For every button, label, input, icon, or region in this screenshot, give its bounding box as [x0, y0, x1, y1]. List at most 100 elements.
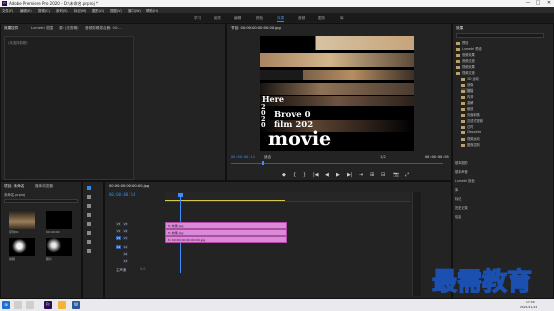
panel-info[interactable]: 信息 [455, 214, 461, 219]
tree-item-slide[interactable]: 内滑 [461, 94, 473, 99]
step-back-icon[interactable]: ◀ [325, 172, 329, 178]
tab-effect-controls[interactable]: 效果控件 [4, 26, 18, 31]
project-thumb-1[interactable] [9, 211, 35, 229]
track-target-v1[interactable]: V1 [116, 236, 121, 240]
program-monitor-tab[interactable]: 节目: 00:00:00:00:00:00.jpg [231, 26, 281, 31]
program-timecode[interactable]: 00:00:00:14 [231, 155, 255, 159]
fullscreen-icon[interactable]: ⤢ [405, 172, 409, 178]
tree-item-zoom[interactable]: 缩放 [461, 106, 473, 111]
master-track-value[interactable]: 0.0 [140, 267, 145, 271]
panel-history[interactable]: 历史记录 [455, 205, 468, 210]
tree-item-3d-motion[interactable]: 3D 运动 [461, 76, 479, 81]
add-marker-icon[interactable]: ◆ [282, 172, 286, 178]
step-forward-icon[interactable]: ▶| [347, 172, 353, 178]
selection-tool-icon[interactable] [87, 186, 91, 190]
tree-item-audio-transitions[interactable]: 音频过渡 [456, 58, 475, 63]
timeline-clip-v1[interactable]: fx 00:00:00:00:00:00.jpg [165, 236, 287, 243]
tree-item-iris[interactable]: 划像 [461, 82, 473, 87]
panel-libraries[interactable]: 库 [455, 187, 458, 192]
workspace-graphics[interactable]: 图形 [318, 16, 325, 21]
tree-item-lumetri-presets[interactable]: Lumetri 预设 [456, 46, 482, 51]
razor-tool-icon[interactable] [87, 213, 91, 217]
tab-media-browser[interactable]: 媒体浏览器 [35, 184, 53, 189]
timeline-tab[interactable]: 00:00:00:00:00:00.jpg [109, 184, 149, 188]
workspace-editing[interactable]: 编辑 [234, 16, 241, 21]
search-icon[interactable] [14, 301, 22, 309]
workspace-color[interactable]: 颜色 [256, 16, 263, 21]
overwrite-icon[interactable]: ⊟ [381, 172, 385, 178]
tree-item-immersive[interactable]: 沉浸式视频 [461, 118, 483, 123]
go-to-in-icon[interactable]: |◀ [313, 172, 319, 178]
tab-audio-clip-mixer[interactable]: 音频剪辑混合器: 00:... [85, 26, 122, 31]
export-frame-icon[interactable]: 📷 [393, 172, 399, 178]
workspace-libraries[interactable]: 库 [340, 16, 344, 21]
folder-icon [461, 130, 465, 134]
track-v1-label[interactable]: V1 [123, 236, 128, 240]
tab-source[interactable]: 源: (无剪辑) [59, 26, 79, 31]
track-target-v2[interactable]: V2 [116, 229, 121, 233]
start-icon[interactable]: ⊞ [2, 301, 10, 309]
workspace-assembly[interactable]: 组件 [214, 16, 221, 21]
tab-effects[interactable]: 效果 [456, 26, 463, 31]
tree-item-dissolve[interactable]: 溶解 [461, 100, 473, 105]
track-a2-label[interactable]: A2 [123, 252, 128, 256]
program-playhead-icon[interactable] [262, 161, 264, 165]
chrome-icon[interactable] [58, 301, 66, 309]
tree-item-video-transitions[interactable]: 视频过渡 [456, 70, 475, 75]
hand-tool-icon[interactable] [87, 240, 91, 244]
program-resolution-dropdown[interactable]: 1/2 [380, 155, 386, 159]
track-target-a1[interactable]: A1 [116, 245, 121, 249]
mark-out-icon[interactable]: } [303, 172, 306, 178]
track-v2-label[interactable]: V2 [123, 229, 128, 233]
work-area-bar[interactable] [165, 200, 285, 201]
play-icon[interactable]: ▶ [336, 172, 340, 178]
project-thumb-3[interactable] [9, 238, 35, 256]
track-select-tool-icon[interactable] [87, 195, 91, 199]
tab-lumetri-scopes[interactable]: Lumetri 范围 [31, 26, 53, 31]
word-icon[interactable]: W [72, 301, 80, 309]
slip-tool-icon[interactable] [87, 222, 91, 226]
workspace-effects[interactable]: 效果 [277, 16, 285, 22]
tree-item-audio-effects[interactable]: 音频效果 [456, 52, 475, 57]
project-thumb-2[interactable] [46, 211, 72, 229]
pen-tool-icon[interactable] [87, 231, 91, 235]
tree-item-image-control[interactable]: 图像控制 [461, 142, 480, 147]
mark-in-icon[interactable]: { [293, 172, 296, 178]
tree-item-obsolete[interactable]: Obsolete [461, 130, 481, 134]
go-to-out-icon[interactable]: ⇥ [359, 172, 363, 178]
timeline-clip-v3[interactable]: fx 效果.jpg [165, 222, 287, 229]
workspace-learn[interactable]: 学习 [194, 16, 201, 21]
folder-icon [461, 101, 465, 105]
tree-item-video-motion[interactable]: 视频运动 [461, 136, 480, 141]
program-fit-dropdown[interactable]: 适合 [264, 155, 271, 160]
track-a3-label[interactable]: A3 [123, 259, 128, 263]
tree-item-obsolete-cn[interactable]: 过时 [461, 124, 473, 129]
minimize-button[interactable]: — [523, 0, 533, 7]
close-button[interactable]: ✕ [544, 0, 554, 7]
workspace-audio[interactable]: 音频 [298, 16, 305, 21]
insert-icon[interactable]: ⊞ [370, 172, 374, 178]
maximize-button[interactable]: □ [533, 0, 543, 7]
panel-lumetri-color[interactable]: Lumetri 颜色 [455, 178, 475, 183]
panel-essential-graphics[interactable]: 基本图形 [455, 160, 468, 165]
task-view-icon[interactable] [26, 301, 34, 309]
tree-item-presets[interactable]: 预设 [456, 40, 468, 45]
timeline-clip-v2[interactable]: fx 效果.jpg [165, 229, 287, 236]
track-v3-label[interactable]: V3 [123, 222, 128, 226]
track-target-v3[interactable]: V3 [116, 222, 121, 226]
project-thumb-4[interactable] [46, 238, 72, 256]
track-a1-label[interactable]: A1 [123, 245, 128, 249]
playhead-handle-icon[interactable] [178, 193, 183, 197]
tree-item-wipe[interactable]: 擦除 [461, 88, 474, 93]
tree-item-page-peel[interactable]: 页面剥落 [461, 112, 480, 117]
timeline-timecode[interactable]: 00:00:00:14 [109, 192, 136, 197]
effects-search-input[interactable] [456, 33, 544, 38]
panel-essential-sound[interactable]: 基本声音 [455, 169, 468, 174]
tab-project[interactable]: 项目: 未命名 [4, 184, 24, 189]
panel-markers[interactable]: 标记 [455, 196, 461, 201]
ripple-edit-tool-icon[interactable] [87, 204, 91, 208]
type-tool-icon[interactable] [87, 249, 91, 253]
tree-item-video-effects[interactable]: 视频效果 [456, 64, 475, 69]
project-search-input[interactable] [4, 199, 78, 203]
premiere-taskbar-icon[interactable]: Pr [44, 301, 52, 309]
